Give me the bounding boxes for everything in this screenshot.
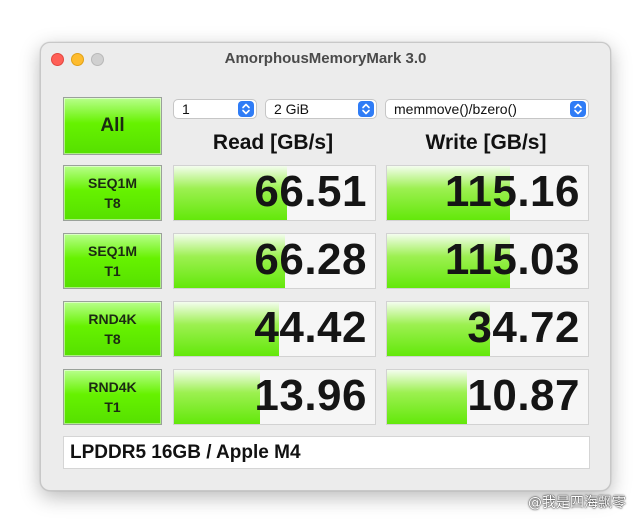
test-button-rnd4k-t8[interactable]: RND4K T8 [63,301,162,357]
run-all-label: All [100,115,125,136]
write-result-bar [387,370,468,424]
chevron-updown-icon [358,101,374,117]
test-count-select[interactable]: 1 [173,99,257,119]
test-button-rnd4k-t1[interactable]: RND4K T1 [63,369,162,425]
test-label-line2: T1 [104,263,121,279]
test-button-seq1m-t1[interactable]: SEQ1M T1 [63,233,162,289]
test-label-line2: T8 [104,331,121,347]
test-size-value: 2 GiB [274,101,310,117]
read-result-value: 66.51 [254,167,367,216]
write-column-header: Write [GB/s] [425,131,547,154]
test-mode-select[interactable]: memmove()/bzero() [385,99,589,119]
write-result-value: 115.03 [444,235,580,284]
system-info-text: LPDDR5 16GB / Apple M4 [70,442,301,463]
read-result-cell: 66.51 [173,165,376,221]
test-label-line1: RND4K [88,311,137,327]
test-count-value: 1 [182,101,190,117]
title-bar: AmorphousMemoryMark 3.0 [41,43,610,73]
read-column-header: Read [GB/s] [212,131,334,154]
read-result-value: 44.42 [254,303,367,352]
test-label-line1: SEQ1M [87,175,137,191]
test-size-select[interactable]: 2 GiB [265,99,377,119]
test-label-line2: T8 [104,195,121,211]
watermark-text: @我是四海飘零 [528,495,626,511]
test-label-line1: RND4K [88,379,137,395]
app-window: AmorphousMemoryMark 3.0 All 1 2 GiB memm… [40,42,611,491]
write-result-cell: 115.16 [386,165,589,221]
read-result-value: 66.28 [254,235,367,284]
read-result-cell: 44.42 [173,301,376,357]
write-result-cell: 10.87 [386,369,589,425]
window-title: AmorphousMemoryMark 3.0 [224,50,427,67]
chevron-updown-icon [238,101,254,117]
write-result-value: 115.16 [444,167,580,216]
test-mode-value: memmove()/bzero() [394,101,517,117]
read-result-cell: 13.96 [173,369,376,425]
read-result-cell: 66.28 [173,233,376,289]
read-result-value: 13.96 [254,371,367,420]
test-label-line1: SEQ1M [87,243,137,259]
run-all-button[interactable]: All [63,97,162,155]
test-button-seq1m-t8[interactable]: SEQ1M T8 [63,165,162,221]
write-result-value: 10.87 [467,371,580,420]
test-label-line2: T1 [104,399,121,415]
write-result-cell: 115.03 [386,233,589,289]
system-info-field[interactable]: LPDDR5 16GB / Apple M4 [63,436,590,469]
write-result-cell: 34.72 [386,301,589,357]
read-result-bar [174,370,261,424]
write-result-value: 34.72 [467,303,580,352]
chevron-updown-icon [570,101,586,117]
